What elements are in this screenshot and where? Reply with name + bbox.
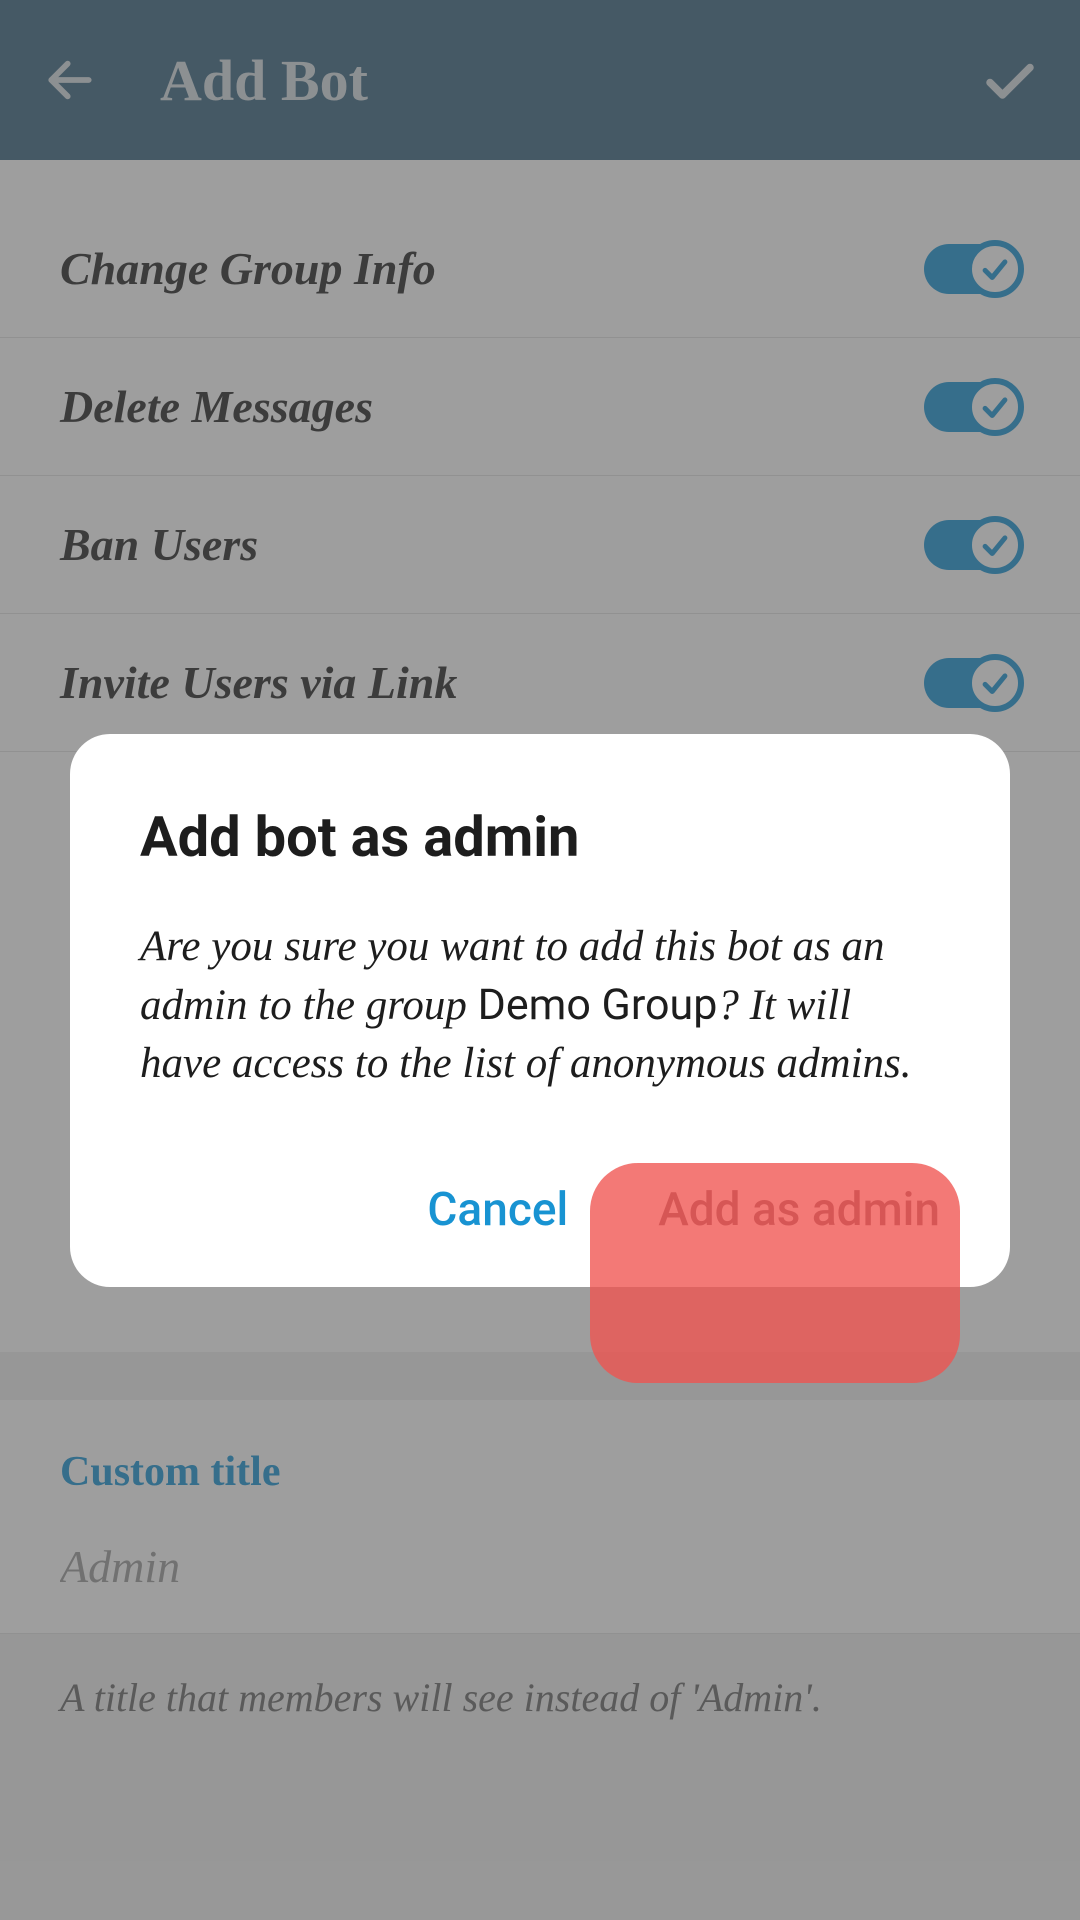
dialog-group-name: Demo Group xyxy=(478,980,718,1030)
add-as-admin-button[interactable]: Add as admin xyxy=(658,1183,940,1237)
cancel-button[interactable]: Cancel xyxy=(427,1183,568,1237)
dialog-body: Are you sure you want to add this bot as… xyxy=(140,918,940,1093)
dialog-title: Add bot as admin xyxy=(140,804,940,870)
dialog-actions: Cancel Add as admin xyxy=(140,1183,940,1237)
confirm-dialog: Add bot as admin Are you sure you want t… xyxy=(70,734,1010,1287)
